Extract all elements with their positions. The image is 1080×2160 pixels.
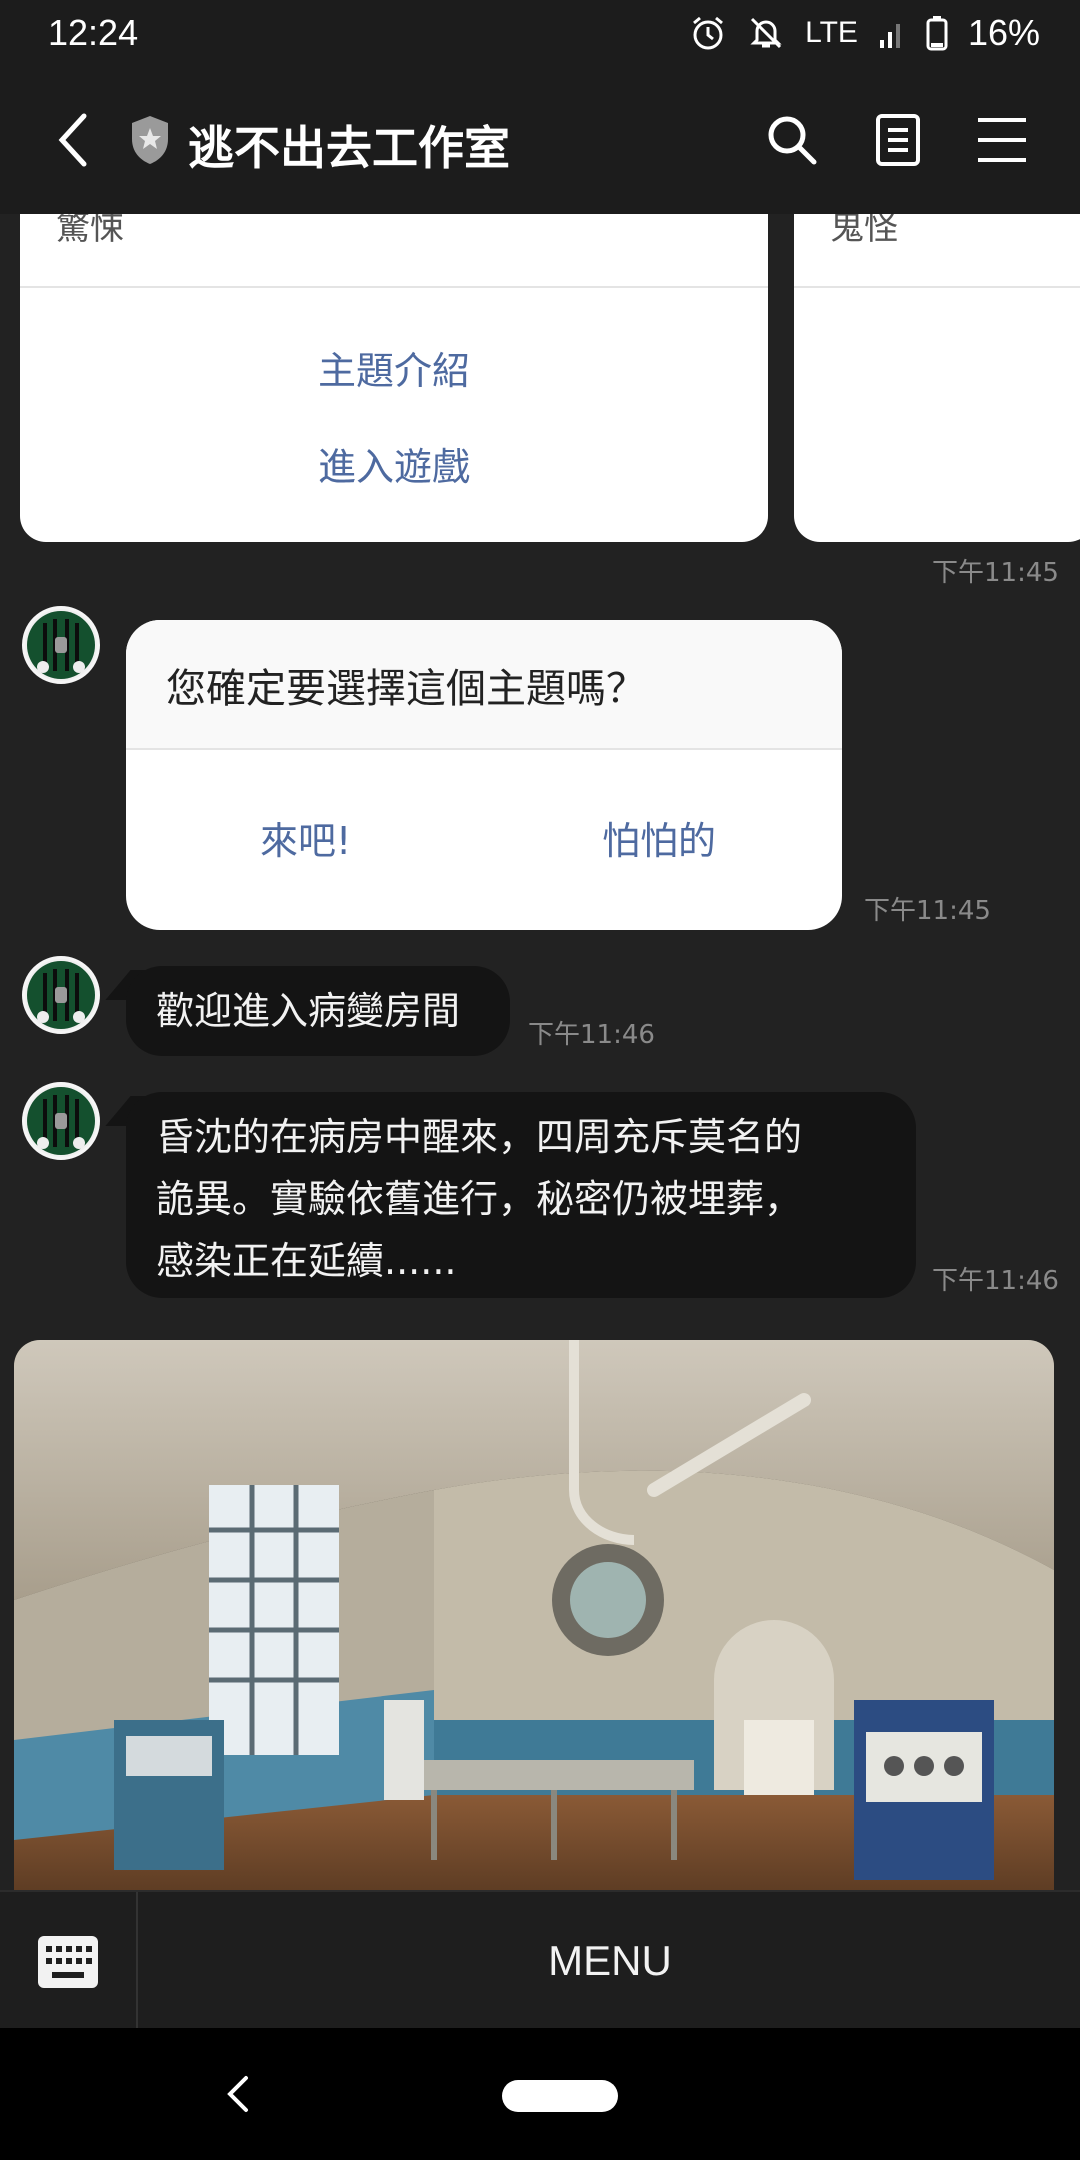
confirm-question: 您確定要選擇這個主題嗎？ <box>126 620 842 750</box>
mute-bell-icon <box>750 17 782 49</box>
alarm-icon <box>693 16 724 50</box>
bot-avatar-icon <box>27 961 95 1029</box>
card-header: 驚悚 <box>20 214 768 288</box>
card-header: 鬼怪 <box>794 214 1080 288</box>
bot-avatar-icon <box>27 611 95 679</box>
card-cut-text: 鬼怪 <box>830 214 898 248</box>
navigation-bar <box>0 2028 1080 2160</box>
nav-back-icon[interactable] <box>226 2074 250 2114</box>
message-time: 下午11:45 <box>864 896 991 926</box>
status-icons: LTE 16% <box>689 12 1040 54</box>
avatar[interactable] <box>22 606 100 684</box>
theme-intro-button[interactable]: 主題介紹 <box>20 340 768 395</box>
confirm-no-button[interactable]: 怕怕的 <box>602 810 716 865</box>
confirm-dialog: 您確定要選擇這個主題嗎？ 來吧! 怕怕的 <box>126 620 842 930</box>
carousel-card[interactable]: 鬼怪 <box>794 214 1080 542</box>
network-type: LTE <box>805 16 858 49</box>
menu-button[interactable]: MENU <box>140 1892 1080 2030</box>
status-time: 12:24 <box>48 12 139 53</box>
notes-icon[interactable] <box>870 112 926 168</box>
signal-icon <box>879 24 900 48</box>
story-line: 詭異。實驗依舊進行，秘密仍被埋葬， <box>156 1177 803 1221</box>
search-icon[interactable] <box>764 112 820 168</box>
carousel-card: 驚悚 主題介紹 進入遊戲 <box>20 214 768 542</box>
abandoned-hospital-room-photo <box>14 1340 1054 1890</box>
story-line: 昏沈的在病房中醒來，四周充斥莫名的 <box>156 1115 803 1159</box>
avatar[interactable] <box>22 1082 100 1160</box>
shield-icon <box>132 116 168 164</box>
bot-avatar-icon <box>27 1087 95 1155</box>
story-message-bubble[interactable]: 昏沈的在病房中醒來，四周充斥莫名的 詭異。實驗依舊進行，秘密仍被埋葬， 感染正在… <box>126 1092 916 1298</box>
chat-area[interactable]: 驚悚 主題介紹 進入遊戲 鬼怪 下午11:45 您確定要選擇這個主題嗎？ 來吧!… <box>0 214 1080 1890</box>
battery-level: 16% <box>967 12 1040 53</box>
message-time: 下午11:46 <box>932 1266 1059 1296</box>
avatar[interactable] <box>22 956 100 1034</box>
story-line: 感染正在延續...... <box>156 1239 457 1283</box>
battery-icon <box>926 16 948 51</box>
back-icon[interactable] <box>50 108 94 172</box>
keyboard-icon <box>38 1936 98 1988</box>
nav-home-button[interactable] <box>502 2080 618 2112</box>
menu-icon[interactable] <box>974 112 1030 168</box>
card-cut-text: 驚悚 <box>56 214 124 248</box>
enter-game-button[interactable]: 進入遊戲 <box>20 436 768 491</box>
message-time: 下午11:45 <box>932 558 1059 588</box>
status-bar: 12:24 LTE 16% <box>0 0 1080 68</box>
message-time: 下午11:46 <box>528 1020 655 1050</box>
chat-header: 逃不出去工作室 <box>0 68 1080 214</box>
rich-menu-bar: MENU <box>0 1890 1080 2030</box>
confirm-yes-button[interactable]: 來吧! <box>260 810 351 865</box>
hospital-room-image[interactable] <box>14 1340 1054 1890</box>
keyboard-toggle-button[interactable] <box>0 1892 138 2030</box>
message-bubble[interactable]: 歡迎進入病變房間 <box>126 966 510 1056</box>
chat-title: 逃不出去工作室 <box>188 121 510 175</box>
